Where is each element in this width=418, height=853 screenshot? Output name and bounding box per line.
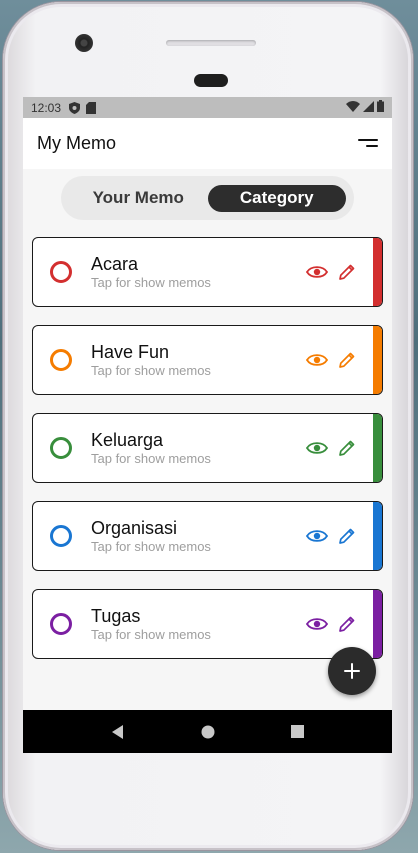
status-time: 12:03 — [31, 100, 62, 115]
pencil-icon[interactable] — [338, 527, 356, 545]
category-name: Organisasi — [91, 518, 178, 538]
category-color-ring-icon — [50, 349, 72, 371]
eye-icon[interactable] — [306, 353, 328, 367]
system-nav-bar — [23, 710, 392, 753]
category-color-bar — [373, 414, 382, 482]
category-name: Tugas — [91, 606, 141, 626]
category-name: Keluarga — [91, 430, 164, 450]
category-hint: Tap for show memos — [91, 451, 211, 466]
category-name: Acara — [91, 254, 139, 274]
category-card-keluarga[interactable]: Keluarga Tap for show memos — [32, 413, 383, 483]
add-category-button[interactable] — [328, 647, 376, 695]
category-card-acara[interactable]: Acara Tap for show memos — [32, 237, 383, 307]
sd-card-icon — [86, 101, 97, 114]
category-color-ring-icon — [50, 261, 72, 283]
segmented-tabs: Your Memo Category — [61, 176, 354, 220]
pencil-icon[interactable] — [338, 263, 356, 281]
signal-icon — [363, 100, 374, 115]
category-color-ring-icon — [50, 613, 72, 635]
category-hint: Tap for show memos — [91, 539, 211, 554]
battery-icon — [377, 100, 384, 115]
menu-icon[interactable] — [356, 137, 378, 151]
tab-your-memo[interactable]: Your Memo — [69, 185, 208, 212]
tab-category[interactable]: Category — [207, 184, 346, 212]
category-hint: Tap for show memos — [91, 627, 211, 642]
category-color-ring-icon — [50, 437, 72, 459]
shield-icon — [69, 101, 81, 114]
plus-icon — [344, 663, 360, 679]
category-color-bar — [373, 326, 382, 394]
pencil-icon[interactable] — [338, 615, 356, 633]
earpiece-speaker — [166, 40, 256, 46]
eye-icon[interactable] — [306, 529, 328, 543]
page-title: My Memo — [37, 133, 117, 153]
category-card-have-fun[interactable]: Have Fun Tap for show memos — [32, 325, 383, 395]
pencil-icon[interactable] — [338, 439, 356, 457]
pencil-icon[interactable] — [338, 351, 356, 369]
recents-icon[interactable] — [291, 725, 304, 738]
home-icon[interactable] — [201, 725, 215, 739]
wifi-icon — [346, 100, 360, 115]
category-color-ring-icon — [50, 525, 72, 547]
eye-icon[interactable] — [306, 265, 328, 279]
eye-icon[interactable] — [306, 441, 328, 455]
category-name: Have Fun — [91, 342, 170, 362]
app-bar: My Memo — [23, 118, 392, 169]
back-icon[interactable] — [111, 724, 125, 739]
category-color-bar — [373, 590, 382, 658]
category-hint: Tap for show memos — [91, 275, 211, 290]
category-color-bar — [373, 502, 382, 570]
category-list: Acara Tap for show memos Have Fun Tap fo… — [32, 237, 383, 677]
status-bar: 12:03 — [23, 97, 392, 118]
front-camera — [75, 34, 93, 52]
app-screen: 12:03 My Memo Your Memo Category Acara T… — [23, 97, 392, 753]
category-card-organisasi[interactable]: Organisasi Tap for show memos — [32, 501, 383, 571]
category-card-tugas[interactable]: Tugas Tap for show memos — [32, 589, 383, 659]
category-hint: Tap for show memos — [91, 363, 211, 378]
category-color-bar — [373, 238, 382, 306]
eye-icon[interactable] — [306, 617, 328, 631]
proximity-sensor — [194, 74, 228, 87]
